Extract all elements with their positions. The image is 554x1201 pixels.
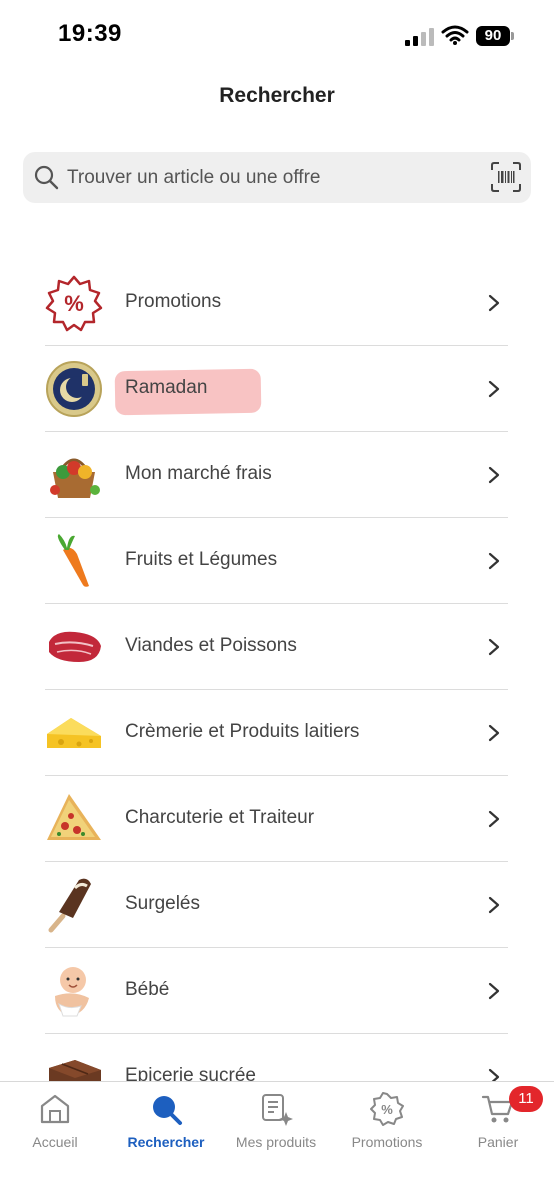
status-bar: 19:39 90	[0, 0, 554, 70]
category-row-mon-marche-frais[interactable]: Mon marché frais	[45, 432, 508, 518]
tab-promotions[interactable]: % Promotions	[332, 1082, 442, 1162]
tab-rechercher[interactable]: Rechercher	[111, 1082, 221, 1162]
chevron-right-icon	[488, 638, 500, 656]
category-label: Surgelés	[125, 893, 200, 914]
category-row-surgeles[interactable]: Surgelés	[45, 862, 508, 948]
tab-accueil[interactable]: Accueil	[0, 1082, 110, 1162]
category-list: % Promotions Ramadan Mon marché frais Fr…	[45, 260, 508, 1119]
category-label: Ramadan	[125, 377, 208, 398]
battery-indicator: 90	[476, 26, 510, 46]
chevron-right-icon	[488, 552, 500, 570]
chevron-right-icon	[488, 380, 500, 398]
search-bar[interactable]	[23, 152, 531, 203]
category-row-promotions[interactable]: % Promotions	[45, 260, 508, 346]
meat-icon	[49, 631, 101, 662]
percent-badge-icon: %	[370, 1092, 404, 1126]
bottom-tab-bar: Accueil Rechercher Mes produits % Promot…	[0, 1081, 554, 1201]
tab-label: Accueil	[32, 1134, 78, 1150]
category-row-charcuterie[interactable]: Charcuterie et Traiteur	[45, 776, 508, 862]
tab-mes-produits[interactable]: Mes produits	[221, 1082, 331, 1162]
category-label: Crèmerie et Produits laitiers	[125, 721, 360, 742]
list-sparkle-icon	[262, 1094, 293, 1126]
svg-text:%: %	[64, 291, 84, 316]
carrot-icon	[57, 534, 89, 587]
pizza-icon	[47, 794, 101, 840]
baby-icon	[55, 967, 89, 1017]
category-label: Viandes et Poissons	[125, 635, 297, 656]
search-icon	[34, 165, 59, 190]
category-row-bebe[interactable]: Bébé	[45, 948, 508, 1034]
fresh-basket-icon	[50, 458, 100, 498]
home-icon	[40, 1094, 70, 1124]
barcode-scan-icon[interactable]	[490, 161, 522, 193]
search-icon	[153, 1096, 182, 1125]
category-label: Promotions	[125, 291, 222, 312]
tab-label: Promotions	[351, 1134, 423, 1150]
svg-text:%: %	[381, 1102, 393, 1117]
chevron-right-icon	[488, 724, 500, 742]
category-row-fruits-legumes[interactable]: Fruits et Légumes	[45, 518, 508, 604]
search-input[interactable]	[67, 152, 467, 203]
ramadan-crescent-icon	[46, 361, 102, 417]
chevron-right-icon	[488, 466, 500, 484]
wifi-icon	[441, 25, 469, 45]
tab-label: Mes produits	[235, 1134, 317, 1150]
page-title: Rechercher	[219, 84, 335, 107]
battery-tip	[511, 32, 514, 40]
ice-cream-icon	[48, 878, 91, 933]
category-row-viandes-poissons[interactable]: Viandes et Poissons	[45, 604, 508, 690]
cheese-icon	[47, 718, 101, 748]
chevron-right-icon	[488, 896, 500, 914]
category-label: Fruits et Légumes	[125, 549, 278, 570]
category-row-ramadan[interactable]: Ramadan	[45, 346, 508, 432]
tab-label: Rechercher	[127, 1134, 205, 1150]
category-row-cremerie[interactable]: Crèmerie et Produits laitiers	[45, 690, 508, 776]
cart-count-badge: 11	[509, 1086, 543, 1112]
chevron-right-icon	[488, 810, 500, 828]
tab-label: Panier	[477, 1134, 519, 1150]
category-label: Mon marché frais	[125, 463, 272, 484]
promotion-badge-icon: %	[45, 275, 103, 332]
chevron-right-icon	[488, 982, 500, 1000]
chevron-right-icon	[488, 294, 500, 312]
category-label: Bébé	[125, 979, 170, 1000]
status-time: 19:39	[58, 20, 122, 47]
cellular-signal-icon	[405, 28, 434, 46]
category-label: Charcuterie et Traiteur	[125, 807, 315, 828]
